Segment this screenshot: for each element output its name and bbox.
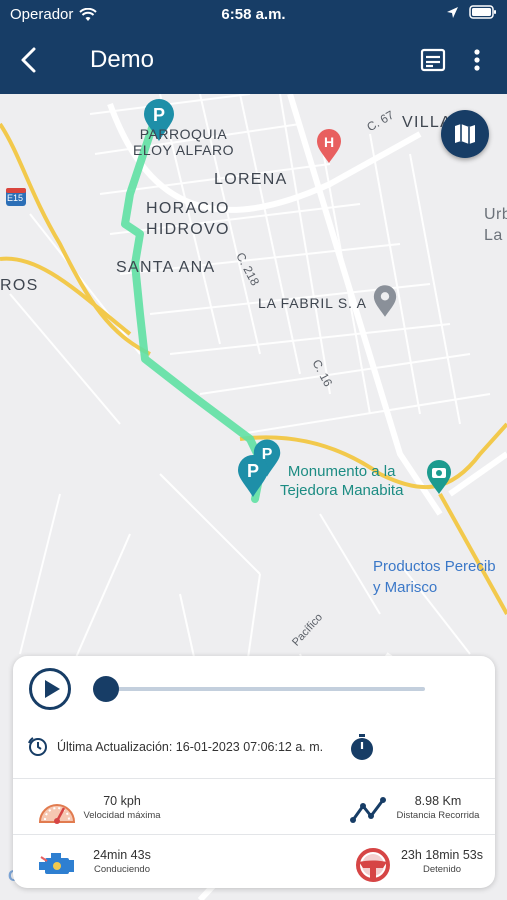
back-icon[interactable] xyxy=(14,44,46,76)
clock-icon xyxy=(28,737,47,756)
map-label-santa-ana: SANTA ANA xyxy=(116,259,216,276)
svg-text:H: H xyxy=(324,134,334,150)
map-label-e15: E15 xyxy=(7,193,24,203)
slider-thumb[interactable] xyxy=(93,676,119,702)
slider-track xyxy=(93,687,425,691)
more-options-icon[interactable] xyxy=(466,46,488,74)
stat-max-speed: 70 kph Velocidad máxima xyxy=(37,794,257,834)
report-icon[interactable] xyxy=(420,46,446,74)
status-time: 6:58 a.m. xyxy=(221,6,286,23)
stat-driving: 24min 43s Conduciendo xyxy=(37,848,257,888)
map-type-button[interactable] xyxy=(441,110,489,158)
status-right xyxy=(446,5,497,19)
divider xyxy=(13,778,495,779)
page-title: Demo xyxy=(90,46,155,73)
map-label-lorena: LORENA xyxy=(214,171,288,188)
status-bar: Operador 6:58 a.m. xyxy=(0,0,507,30)
stat-stopped: 23h 18min 53s Detenido xyxy=(353,848,507,888)
divider xyxy=(13,834,495,835)
map-label-horacio: HORACIO HIDROVO xyxy=(146,200,230,238)
max-speed-value: 70 kph xyxy=(103,794,141,808)
stat-distance: 8.98 Km Distancia Recorrida xyxy=(349,794,507,834)
distance-value: 8.98 Km xyxy=(414,794,462,808)
max-speed-label: Velocidad máxima xyxy=(83,810,161,821)
svg-text:P: P xyxy=(153,105,165,125)
svg-text:P: P xyxy=(247,461,259,481)
last-update-label: Última Actualización: 16-01-2023 07:06:1… xyxy=(57,740,324,754)
playback-panel: Última Actualización: 16-01-2023 07:06:1… xyxy=(13,656,495,888)
map-label-ros: ROS xyxy=(0,277,39,294)
stopwatch-icon[interactable] xyxy=(347,732,377,762)
parking-pin-icon[interactable]: P xyxy=(236,454,270,498)
driving-label: Conduciendo xyxy=(94,864,150,875)
app-bar: Demo xyxy=(0,30,507,94)
distance-label: Distancia Recorrida xyxy=(396,810,480,821)
map-label-monumento: Monumento a la Tejedora Manabita xyxy=(280,463,404,499)
stopped-value: 23h 18min 53s xyxy=(400,848,483,862)
hospital-pin-icon: H xyxy=(317,129,341,163)
playback-slider[interactable] xyxy=(93,676,425,702)
stopped-label: Detenido xyxy=(422,864,462,875)
map-label-parroquia: PARROQUIA ELOY ALFARO xyxy=(133,126,234,158)
map-label-productos: Productos Perecib y Marisco xyxy=(373,558,496,596)
map-label-urb: Urb La xyxy=(484,206,507,244)
place-pin-icon xyxy=(373,285,397,317)
map-label-fabril: LA FABRIL S. A xyxy=(258,295,367,311)
map-icon xyxy=(455,124,475,144)
location-arrow-icon xyxy=(447,6,458,18)
last-update: Última Actualización: 16-01-2023 07:06:1… xyxy=(27,736,323,758)
driving-value: 24min 43s xyxy=(93,848,151,862)
camera-pin-icon xyxy=(427,460,451,494)
play-button[interactable] xyxy=(29,668,71,710)
app-header: Operador 6:58 a.m. Demo xyxy=(0,0,507,94)
battery-icon xyxy=(469,5,496,19)
